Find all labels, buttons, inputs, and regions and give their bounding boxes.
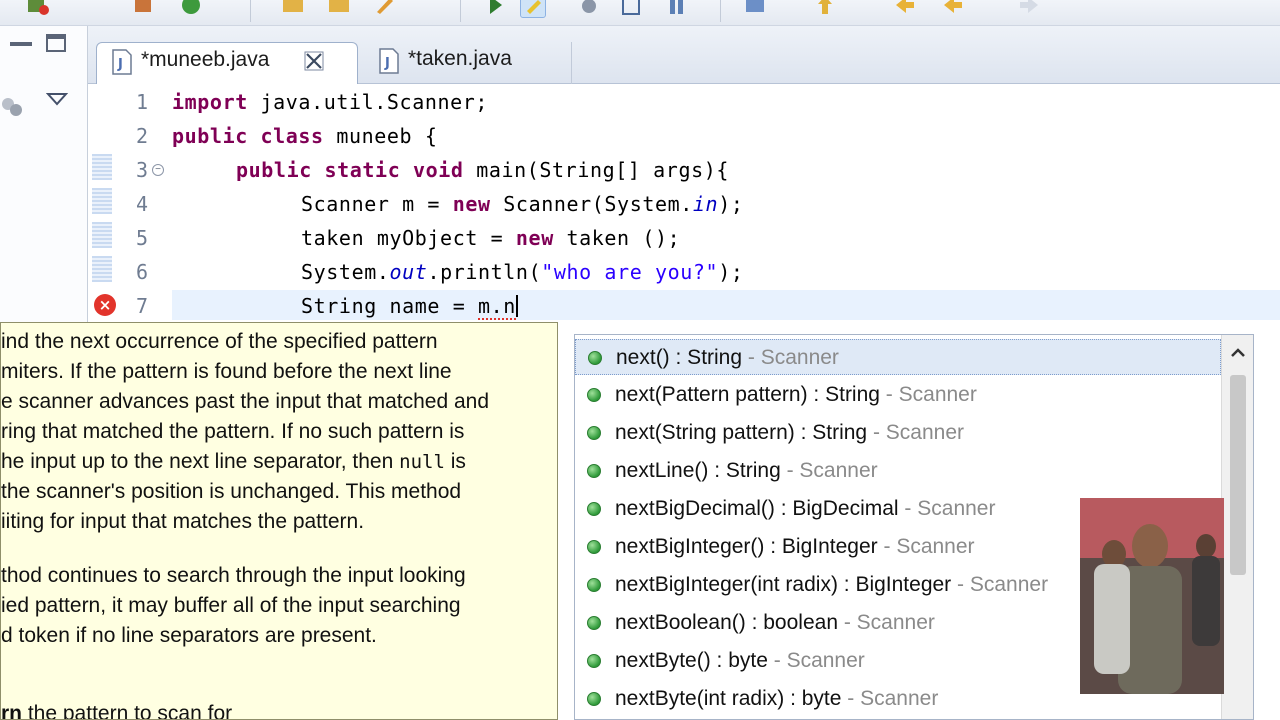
chevron-up-icon[interactable] [1228, 343, 1248, 363]
svg-text:J: J [117, 57, 123, 72]
public-method-icon [587, 464, 601, 478]
proposal-scrollbar[interactable] [1221, 335, 1253, 719]
doc-line: iiting for input that matches the patter… [1, 510, 365, 533]
line-number: 3 [135, 158, 148, 182]
package-icon[interactable] [130, 0, 156, 18]
change-marker [92, 222, 112, 248]
doc-line: d token if no line separators are presen… [1, 624, 377, 647]
change-marker [92, 188, 112, 214]
link-with-editor-icon[interactable] [0, 94, 28, 120]
change-marker [92, 256, 112, 282]
javadoc-popup: ind the next occurrence of the specified… [0, 322, 558, 720]
doc-line: he input up to the next line separator, … [1, 450, 466, 473]
open-folder-icon[interactable] [280, 0, 306, 18]
editor-tab-bar: J *muneeb.java J *taken.java [88, 26, 1280, 84]
doc-line: ind the next occurrence of the specified… [1, 330, 438, 353]
proposal-item[interactable]: nextLine() : String - Scanner [575, 453, 1221, 489]
doc-line: miters. If the pattern is found before t… [1, 360, 452, 383]
save-icon[interactable] [24, 0, 50, 18]
doc-line: ring that matched the pattern. If no suc… [1, 420, 465, 443]
next-annotation-icon[interactable] [812, 0, 838, 18]
run-icon[interactable] [482, 0, 508, 18]
back-arrow-icon[interactable] [892, 0, 918, 18]
minimize-icon[interactable] [10, 42, 32, 46]
forward-arrow-icon[interactable] [1016, 0, 1042, 18]
tab-label: *taken.java [408, 47, 512, 70]
doc-param-line: rn the pattern to scan for [1, 702, 233, 720]
code-line-5: taken myObject = new taken (); [301, 226, 681, 250]
back-arrow-icon[interactable] [940, 0, 966, 18]
webcam-photo [1080, 498, 1224, 694]
tab-label: *muneeb.java [141, 48, 270, 71]
close-icon[interactable] [303, 49, 325, 71]
task-list-icon[interactable] [742, 0, 768, 18]
code-line-7: String name = m.n [301, 294, 518, 320]
public-method-icon [587, 540, 601, 554]
public-method-icon [587, 692, 601, 706]
public-method-icon [587, 654, 601, 668]
java-file-icon: J [378, 48, 400, 74]
console-icon[interactable] [618, 0, 644, 18]
code-line-2: public class muneeb { [172, 124, 438, 148]
maximize-icon[interactable] [46, 34, 66, 52]
public-method-icon [588, 351, 602, 365]
text-caret [515, 295, 518, 317]
public-method-icon [587, 616, 601, 630]
doc-line: the scanner's position is unchanged. Thi… [1, 480, 462, 503]
change-marker [92, 154, 112, 180]
line-number: 5 [135, 226, 148, 250]
pencil-icon[interactable] [372, 0, 398, 18]
refresh-icon[interactable] [178, 0, 204, 18]
scrollbar-thumb[interactable] [1230, 375, 1246, 575]
view-menu-chevron-down-icon[interactable] [45, 92, 69, 106]
svg-text:J: J [384, 56, 390, 71]
line-number: 2 [135, 124, 148, 148]
public-method-icon [587, 502, 601, 516]
collapse-icon[interactable]: − [152, 164, 164, 176]
proposal-item[interactable]: next(Pattern pattern) : String - Scanner [575, 377, 1221, 413]
tab-taken-java[interactable]: J *taken.java [364, 42, 572, 84]
doc-line: ied pattern, it may buffer all of the in… [1, 594, 461, 617]
main-toolbar [0, 0, 1280, 26]
code-line-3: public static void main(String[] args){ [236, 158, 730, 182]
proposal-item[interactable]: next() : String - Scanner [575, 339, 1221, 375]
error-icon[interactable]: × [94, 294, 116, 316]
line-number: 4 [135, 192, 148, 216]
public-method-icon [587, 426, 601, 440]
debug-icon[interactable] [576, 0, 602, 18]
columns-icon[interactable] [664, 0, 690, 18]
doc-line: e scanner advances past the input that m… [1, 390, 489, 413]
open-folder-icon[interactable] [326, 0, 352, 18]
proposal-item[interactable]: next(String pattern) : String - Scanner [575, 415, 1221, 451]
tab-muneeb-java[interactable]: J *muneeb.java [96, 42, 358, 84]
line-number: 6 [135, 260, 148, 284]
error-underline: m.n [477, 294, 516, 320]
highlight-icon[interactable] [520, 0, 546, 18]
line-number: 1 [135, 90, 148, 114]
code-line-1: import java.util.Scanner; [172, 90, 489, 114]
doc-line: thod continues to search through the inp… [1, 564, 466, 587]
public-method-icon [587, 388, 601, 402]
public-method-icon [587, 578, 601, 592]
code-line-4: Scanner m = new Scanner(System.in); [301, 192, 744, 216]
java-file-icon: J [111, 49, 133, 75]
code-line-6: System.out.println("who are you?"); [301, 260, 744, 284]
